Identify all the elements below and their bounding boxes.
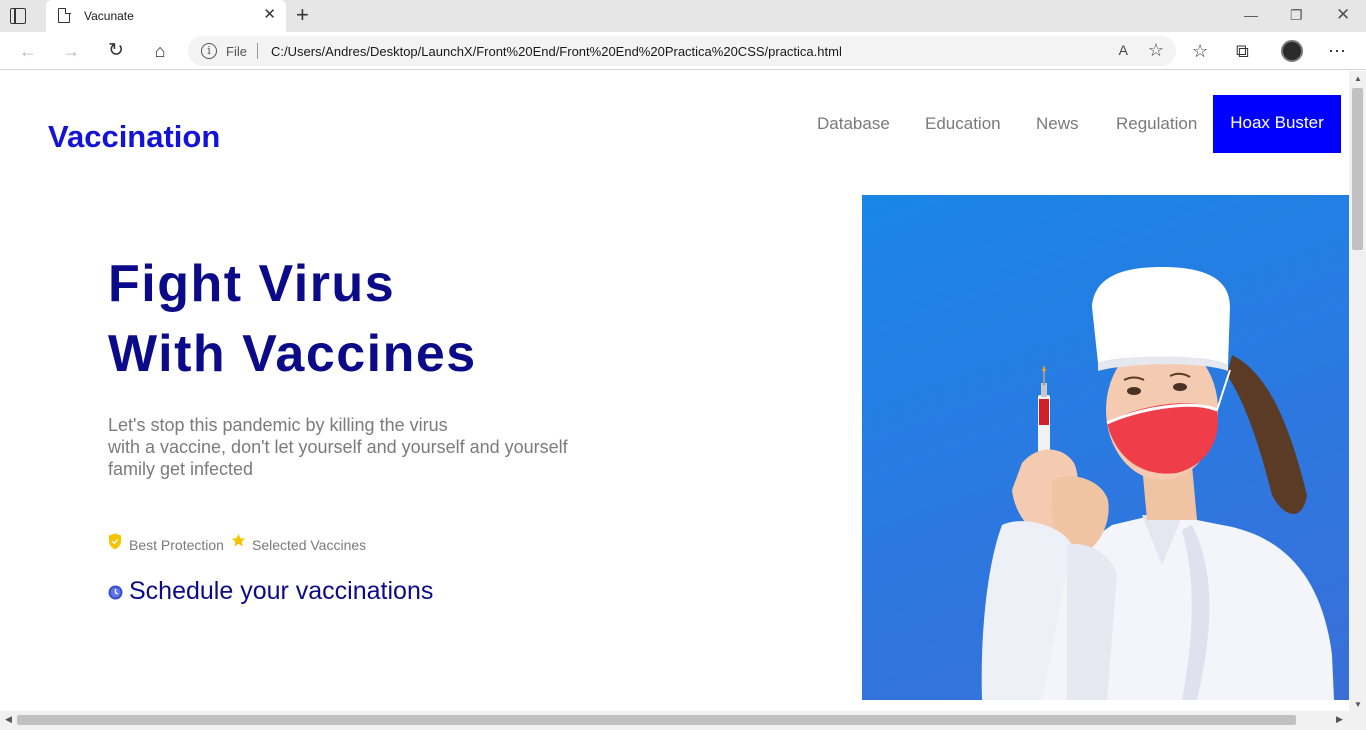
hero-title-line: Fight Virus <box>108 255 396 313</box>
nav-link-database[interactable]: Database <box>817 114 890 134</box>
star-icon <box>231 533 246 547</box>
tab-vacunate[interactable]: Vacunate ✕ <box>46 0 286 32</box>
reload-icon[interactable]: ↻ <box>104 40 128 62</box>
nav-link-news[interactable]: News <box>1036 114 1079 134</box>
tab-bar: Vacunate ✕ + — ❐ ✕ <box>0 0 1366 32</box>
forward-icon[interactable]: → <box>59 40 83 62</box>
hero-description: Let's stop this pandemic by killing the … <box>108 414 608 480</box>
url-text[interactable]: C:/Users/Andres/Desktop/LaunchX/Front%20… <box>271 44 842 59</box>
home-icon[interactable]: ⌂ <box>148 40 172 62</box>
scheme-label: File <box>226 44 247 59</box>
page-icon <box>58 7 71 23</box>
scroll-left-icon[interactable]: ◀ <box>5 714 12 725</box>
collections-icon[interactable]: ⧉ <box>1236 39 1249 63</box>
scroll-right-icon[interactable]: ▶ <box>1336 714 1343 725</box>
nav-link-regulation[interactable]: Regulation <box>1116 114 1197 134</box>
tab-close-icon[interactable]: ✕ <box>263 7 276 23</box>
more-menu-icon[interactable]: ⋯ <box>1328 39 1347 63</box>
close-window-button[interactable]: ✕ <box>1336 6 1350 24</box>
hero-title-line: With Vaccines <box>108 325 477 383</box>
tab-actions-icon[interactable] <box>10 8 26 24</box>
back-icon[interactable]: ← <box>16 40 40 62</box>
scroll-up-icon[interactable]: ▲ <box>1354 74 1362 83</box>
hero-image-nurse <box>862 195 1349 700</box>
favorites-icon[interactable]: ☆ <box>1192 39 1208 63</box>
hero-description-line: Let's stop this pandemic by killing the … <box>108 415 448 435</box>
vertical-scroll-thumb[interactable] <box>1352 88 1363 250</box>
hero-description-line: with a vaccine, don't let yourself and y… <box>108 437 568 457</box>
nav-link-education[interactable]: Education <box>925 114 1001 134</box>
nurse-illustration <box>981 267 1334 700</box>
site-logo[interactable]: Vaccination <box>48 119 220 155</box>
vertical-scrollbar[interactable]: ▲ ▼ <box>1349 71 1366 711</box>
horizontal-scroll-thumb[interactable] <box>17 715 1296 725</box>
scroll-down-icon[interactable]: ▼ <box>1354 700 1362 709</box>
profile-avatar[interactable] <box>1281 40 1303 62</box>
restore-button[interactable]: ❐ <box>1290 6 1303 24</box>
new-tab-button[interactable]: + <box>296 3 309 27</box>
browser-toolbar: ← → ↻ ⌂ i File C:/Users/Andres/Desktop/L… <box>0 32 1366 70</box>
address-bar[interactable]: i File C:/Users/Andres/Desktop/LaunchX/F… <box>188 36 1176 66</box>
clock-icon <box>108 585 123 600</box>
horizontal-scrollbar[interactable]: ◀ ▶ <box>0 711 1366 730</box>
hoax-buster-button[interactable]: Hoax Buster <box>1213 95 1341 153</box>
schedule-label[interactable]: Schedule your vaccinations <box>129 577 433 606</box>
feature-best-protection: Best Protection <box>129 537 224 553</box>
add-favorite-icon[interactable]: ☆ <box>1148 40 1164 61</box>
page-viewport: Vaccination Database Education News Regu… <box>0 71 1349 711</box>
hero-description-line: family get infected <box>108 459 254 479</box>
feature-selected-vaccines: Selected Vaccines <box>252 537 367 553</box>
hero-title: Fight Virus With Vaccines <box>108 249 477 389</box>
site-info-icon[interactable]: i <box>201 43 217 59</box>
read-aloud-icon[interactable]: A <box>1119 42 1128 58</box>
minimize-button[interactable]: — <box>1244 6 1258 24</box>
shield-icon <box>109 533 121 550</box>
address-divider <box>257 43 258 59</box>
tab-title: Vacunate <box>84 9 134 23</box>
